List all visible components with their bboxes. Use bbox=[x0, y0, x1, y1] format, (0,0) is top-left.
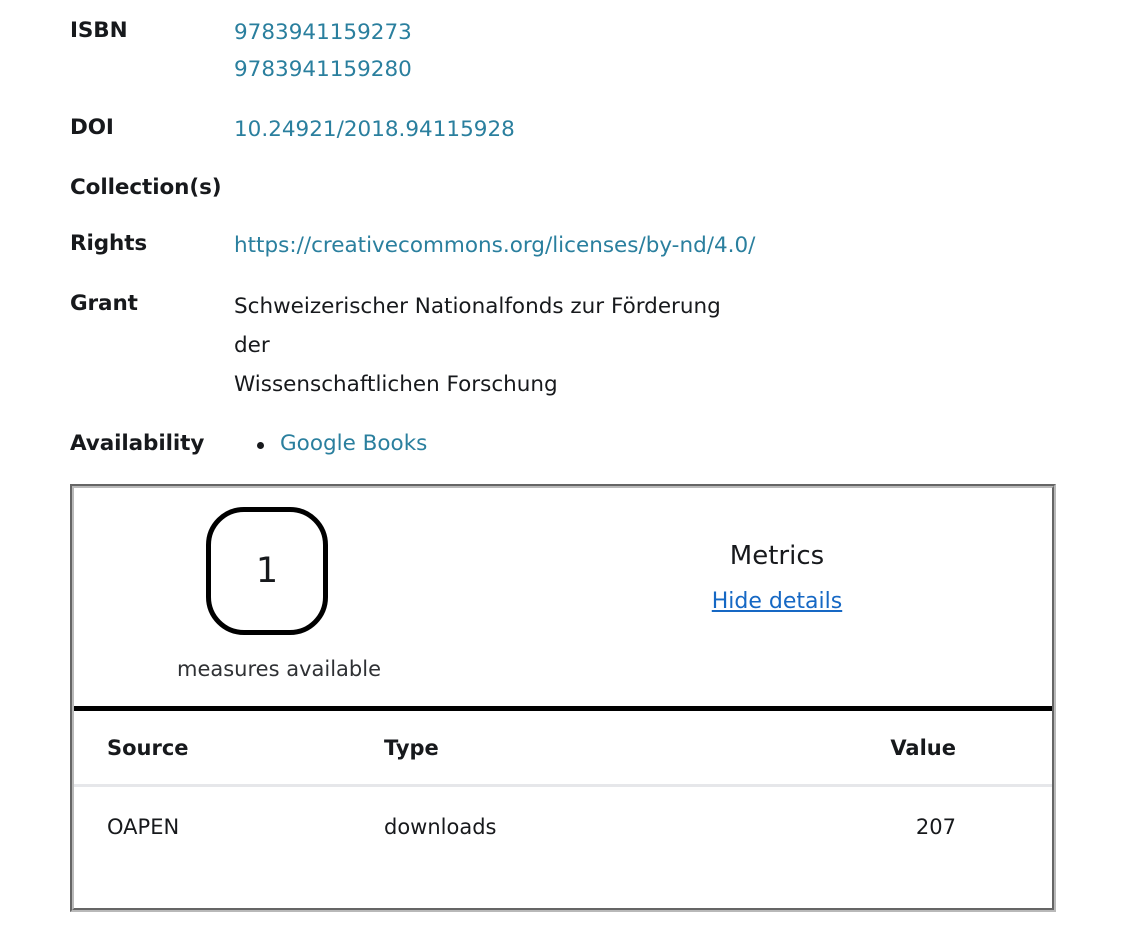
metrics-table-head: Source Type Value bbox=[74, 706, 1052, 787]
metadata-row-rights: Rights https://creativecommons.org/licen… bbox=[0, 227, 1138, 264]
cell-value: 207 bbox=[915, 815, 956, 839]
metadata-value-grant: Schweizerischer Nationalfonds zur Förder… bbox=[234, 287, 834, 404]
metadata-row-collections: Collection(s) bbox=[0, 171, 1138, 204]
metadata-value-doi: 10.24921/2018.94115928 bbox=[234, 111, 1138, 148]
grant-text-line-1: Schweizerischer Nationalfonds zur Förder… bbox=[234, 294, 721, 358]
rights-license-link[interactable]: https://creativecommons.org/licenses/by-… bbox=[234, 233, 755, 258]
doi-link[interactable]: 10.24921/2018.94115928 bbox=[234, 117, 515, 142]
metadata-row-availability: Availability Google Books bbox=[0, 427, 1138, 460]
metrics-table-body: OAPEN downloads 207 bbox=[74, 786, 1052, 870]
book-detail-page: ISBN 9783941159273 9783941159280 DOI 10.… bbox=[0, 0, 1138, 926]
availability-list: Google Books bbox=[234, 427, 1058, 460]
metadata-label-collections: Collection(s) bbox=[70, 175, 222, 200]
cell-type: downloads bbox=[384, 815, 497, 839]
column-header-source: Source bbox=[74, 706, 384, 787]
metadata-label-availability: Availability bbox=[70, 431, 205, 456]
metrics-table: Source Type Value OAPEN downloads 207 bbox=[74, 706, 1052, 869]
metadata-row-grant: Grant Schweizerischer Nationalfonds zur … bbox=[0, 287, 1138, 404]
metadata-label-grant: Grant bbox=[70, 291, 138, 316]
grant-text-line-2: Wissenschaftlichen Forschung bbox=[234, 372, 558, 397]
metadata-value-isbn: 9783941159273 9783941159280 bbox=[234, 14, 1138, 88]
metadata-row-isbn: ISBN 9783941159273 9783941159280 bbox=[0, 14, 1138, 88]
metadata-label-isbn: ISBN bbox=[70, 18, 128, 43]
availability-link-google-books[interactable]: Google Books bbox=[280, 431, 427, 456]
isbn-link-2[interactable]: 9783941159280 bbox=[234, 57, 412, 82]
metrics-panel: 1 measures available Metrics Hide detail… bbox=[70, 484, 1056, 912]
hide-details-link[interactable]: Hide details bbox=[712, 588, 842, 616]
metadata-value-availability: Google Books bbox=[234, 427, 1138, 460]
list-item: Google Books bbox=[257, 427, 1058, 460]
measures-badge-group: 1 measures available bbox=[177, 507, 381, 682]
measures-count-badge: 1 bbox=[206, 507, 328, 635]
isbn-link-1[interactable]: 9783941159273 bbox=[234, 20, 412, 45]
column-header-type: Type bbox=[384, 706, 836, 787]
metrics-title-group: Metrics Hide details bbox=[604, 540, 950, 616]
column-header-value: Value bbox=[836, 706, 1052, 787]
metadata-value-rights: https://creativecommons.org/licenses/by-… bbox=[234, 227, 1138, 264]
cell-source: OAPEN bbox=[107, 815, 180, 839]
table-row: OAPEN downloads 207 bbox=[74, 786, 1052, 870]
metadata-label-rights: Rights bbox=[70, 231, 148, 256]
measures-badge-caption: measures available bbox=[177, 657, 381, 681]
metadata-row-doi: DOI 10.24921/2018.94115928 bbox=[0, 111, 1138, 148]
page-title: Metrics bbox=[729, 541, 825, 571]
metadata-label-doi: DOI bbox=[70, 115, 114, 140]
table-header-row: Source Type Value bbox=[74, 706, 1052, 787]
metadata-list: ISBN 9783941159273 9783941159280 DOI 10.… bbox=[0, 0, 1138, 460]
metrics-header: 1 measures available Metrics Hide detail… bbox=[74, 488, 1052, 706]
